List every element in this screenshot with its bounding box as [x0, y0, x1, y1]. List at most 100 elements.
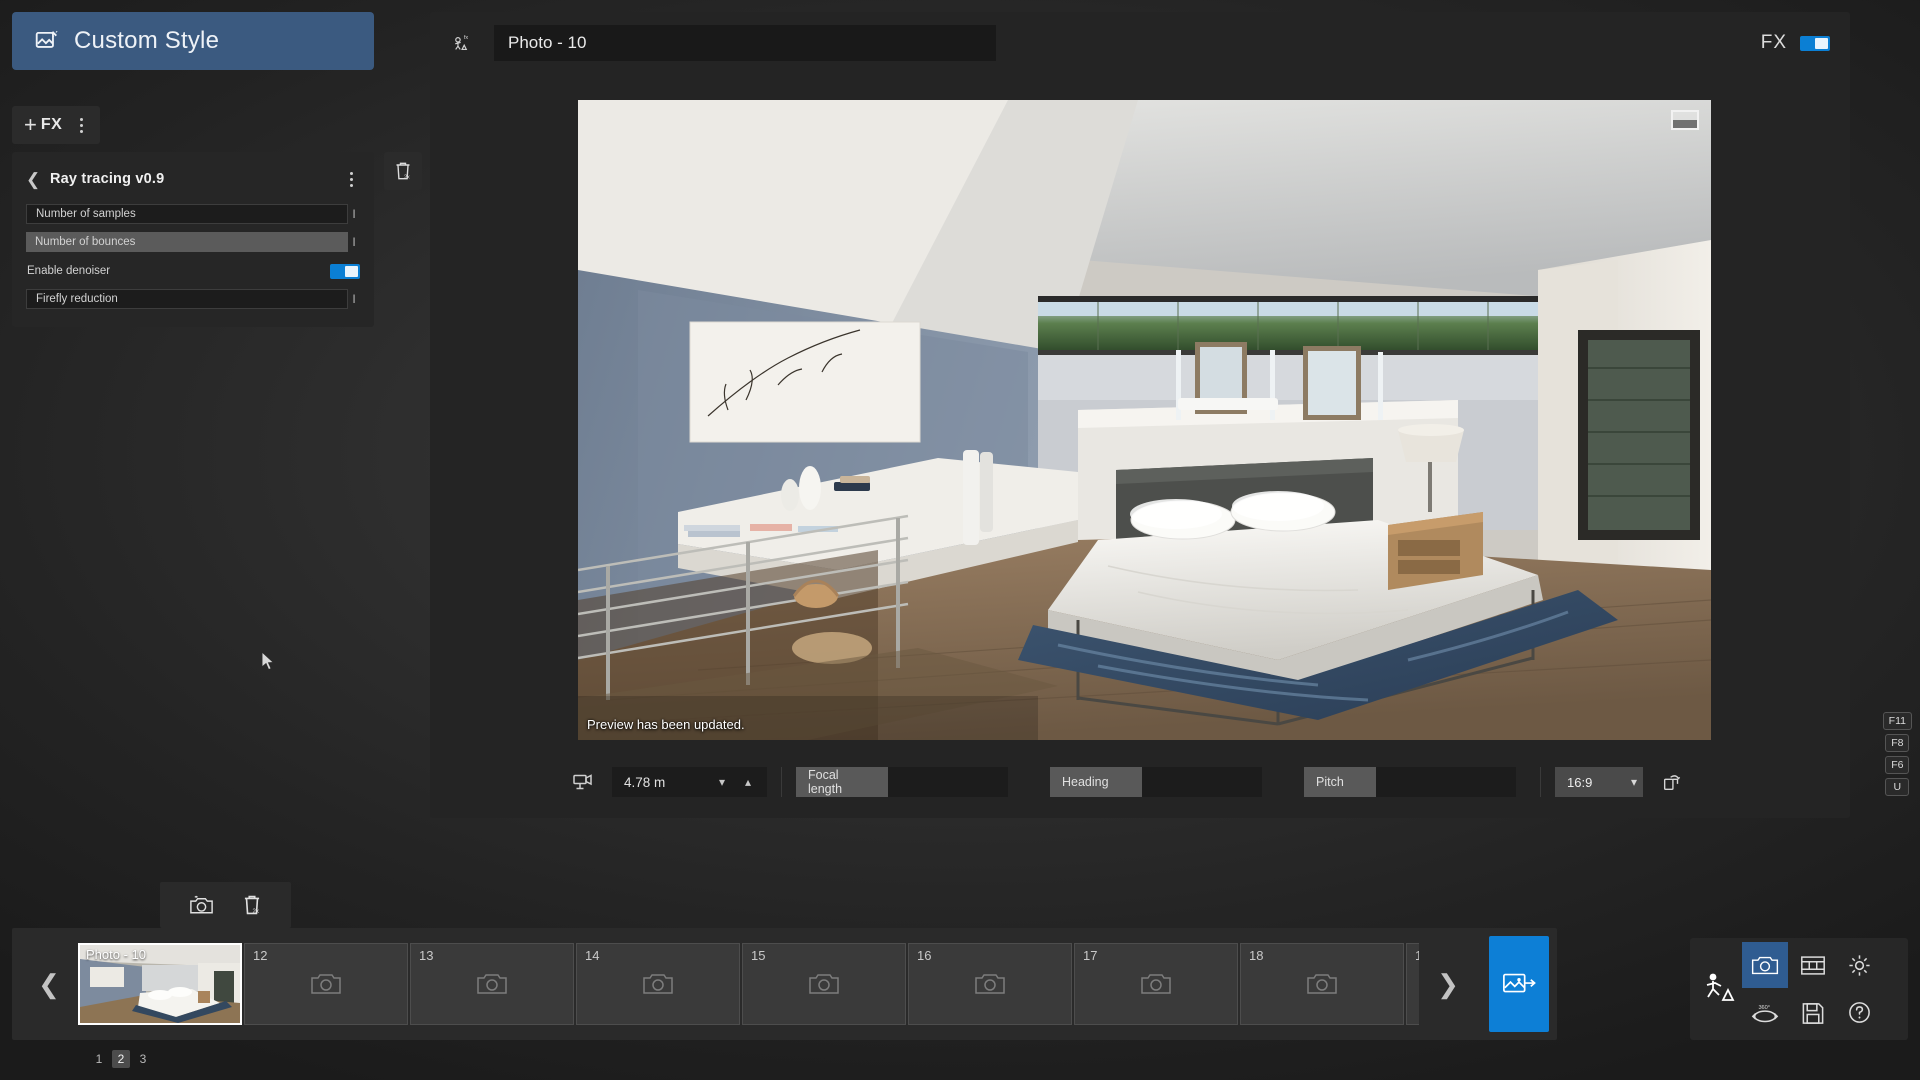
chevron-up-icon[interactable]: ▴ [735, 775, 761, 789]
filmstrip-tools: 2x [160, 882, 291, 928]
fkey-f8[interactable]: F8 [1885, 734, 1910, 752]
page-3-button[interactable]: 3 [134, 1050, 152, 1068]
kebab-menu-icon[interactable] [72, 114, 90, 136]
page-2-button[interactable]: 2 [112, 1050, 130, 1068]
filmstrip: ❮ Photo - 10 12 13 14 15 16 17 18 1 ❯ [12, 928, 1557, 1040]
toggle-knob [345, 265, 358, 277]
heading-track[interactable] [1142, 767, 1262, 797]
thumbnail-18[interactable]: 18 [1240, 943, 1404, 1025]
framing-badge-icon[interactable] [1671, 110, 1699, 130]
number-of-bounces-input[interactable]: Number of bounces [26, 232, 348, 252]
camera-icon [1751, 956, 1779, 974]
mode-palette: 360° [1690, 938, 1908, 1040]
thumbnail-label: 14 [585, 948, 600, 963]
render-viewport[interactable]: Preview has been updated. [578, 100, 1711, 740]
fx-master-toggle[interactable] [1800, 35, 1830, 51]
pitch-track[interactable] [1376, 767, 1516, 797]
settings-button[interactable] [1836, 942, 1882, 989]
thumbnail-13[interactable]: 13 [410, 943, 574, 1025]
fx-card-ray-tracing: ❮ Ray tracing v0.9 Number of samples I N… [12, 152, 374, 327]
filmstrip-next-button[interactable]: ❯ [1419, 969, 1477, 1000]
help-button[interactable] [1836, 989, 1882, 1036]
fkey-f11[interactable]: F11 [1882, 712, 1912, 730]
panorama-360-icon: 360° [1751, 1004, 1779, 1022]
animation-mode-button[interactable] [1790, 942, 1836, 988]
chevron-left-icon[interactable]: ❮ [26, 171, 40, 188]
text-caret-icon: I [352, 235, 356, 249]
camera-toolbar: 4.78 m ▾ ▴ Focal length Heading Pitch 16… [430, 746, 1850, 818]
photo-name-value: Photo - 10 [508, 33, 587, 52]
enable-denoiser-toggle[interactable] [330, 263, 360, 279]
thumbnail-17[interactable]: 17 [1074, 943, 1238, 1025]
toolbar-divider [781, 767, 782, 797]
aspect-ratio-select[interactable]: 16:9 ▾ [1555, 767, 1643, 797]
chevron-down-icon[interactable]: ▾ [1631, 775, 1637, 789]
panorama-mode-button[interactable]: 360° [1742, 990, 1788, 1036]
camera-distance-input[interactable]: 4.78 m ▾ ▴ [612, 767, 767, 797]
thumbnail-label: 18 [1249, 948, 1264, 963]
export-image-button[interactable] [1489, 936, 1549, 1032]
photo-name-input[interactable]: Photo - 10 [494, 25, 996, 61]
aspect-ratio-value: 16:9 [1567, 774, 1593, 790]
filmstrip-pager: 1 2 3 [90, 1050, 152, 1068]
mode-grid: 360° [1742, 942, 1836, 1036]
firefly-reduction-input[interactable]: Firefly reduction [26, 289, 348, 309]
camera-icon [641, 970, 675, 998]
param-row-denoiser: Enable denoiser [26, 261, 360, 281]
add-fx-bar[interactable]: + FX [12, 106, 101, 144]
param-row-samples: Number of samples I [26, 204, 360, 224]
toolbar-divider [1540, 767, 1541, 797]
palette-right-column [1836, 942, 1882, 1036]
main-panel: fx Photo - 10 FX Preview has been update… [430, 12, 1850, 818]
focal-length-label: Focal length [796, 767, 888, 797]
thumbnail-label: Photo - 10 [86, 947, 146, 962]
heading-slider[interactable]: Heading [1050, 767, 1262, 797]
toggle-knob [1815, 37, 1828, 49]
chevron-down-icon[interactable]: ▾ [709, 775, 735, 789]
thumbnail-label: 13 [419, 948, 434, 963]
thumbnail-14[interactable]: 14 [576, 943, 740, 1025]
page-1-button[interactable]: 1 [90, 1050, 108, 1068]
mouse-cursor [262, 652, 276, 672]
save-scene-button[interactable] [1790, 990, 1836, 1036]
pitch-slider[interactable]: Pitch [1304, 767, 1516, 797]
camera-icon [1139, 970, 1173, 998]
number-of-bounces-label: Number of bounces [35, 236, 136, 248]
photo-mode-button[interactable] [1742, 942, 1788, 988]
delete-fx-button[interactable]: 2x [384, 152, 422, 190]
thumbnail-16[interactable]: 16 [908, 943, 1072, 1025]
effects-icon: fx [452, 32, 474, 54]
thumbnail-15[interactable]: 15 [742, 943, 906, 1025]
thumbnail-list: Photo - 10 12 13 14 15 16 17 18 1 [78, 943, 1419, 1025]
camera-icon [973, 970, 1007, 998]
param-row-firefly: Firefly reduction I [26, 289, 360, 309]
function-key-hints: F11 F8 F6 U [1882, 712, 1912, 796]
svg-text:2x: 2x [253, 909, 259, 915]
fkey-f6[interactable]: F6 [1885, 756, 1910, 774]
heading-label: Heading [1050, 767, 1142, 797]
fx-toggle-group: FX [1761, 32, 1830, 54]
camera-icon [807, 970, 841, 998]
add-photo-icon[interactable] [178, 893, 225, 917]
walking-person-button[interactable] [1694, 942, 1742, 1036]
text-caret-icon: I [352, 207, 356, 221]
plus-icon[interactable]: + [24, 114, 37, 136]
param-row-bounces: Number of bounces I [26, 232, 360, 252]
thumbnail-photo-10[interactable]: Photo - 10 [78, 943, 242, 1025]
add-fx-label: FX [40, 116, 63, 133]
number-of-samples-input[interactable]: Number of samples [26, 204, 348, 224]
trash-icon[interactable]: 2x [231, 893, 273, 917]
filmstrip-prev-button[interactable]: ❮ [20, 969, 78, 1000]
rotate-ratio-icon[interactable] [1661, 771, 1683, 793]
focal-length-slider[interactable]: Focal length [796, 767, 1008, 797]
rendered-scene [578, 100, 1711, 740]
fkey-u[interactable]: U [1885, 778, 1910, 796]
focal-length-track[interactable] [888, 767, 1008, 797]
thumbnail-12[interactable]: 12 [244, 943, 408, 1025]
custom-style-header[interactable]: Custom Style [12, 12, 374, 70]
kebab-menu-icon[interactable] [342, 168, 360, 190]
svg-text:2x: 2x [404, 175, 410, 181]
thumbnail-label: 12 [253, 948, 268, 963]
enable-denoiser-label: Enable denoiser [27, 265, 111, 277]
thumbnail-19[interactable]: 19 [1406, 943, 1419, 1025]
